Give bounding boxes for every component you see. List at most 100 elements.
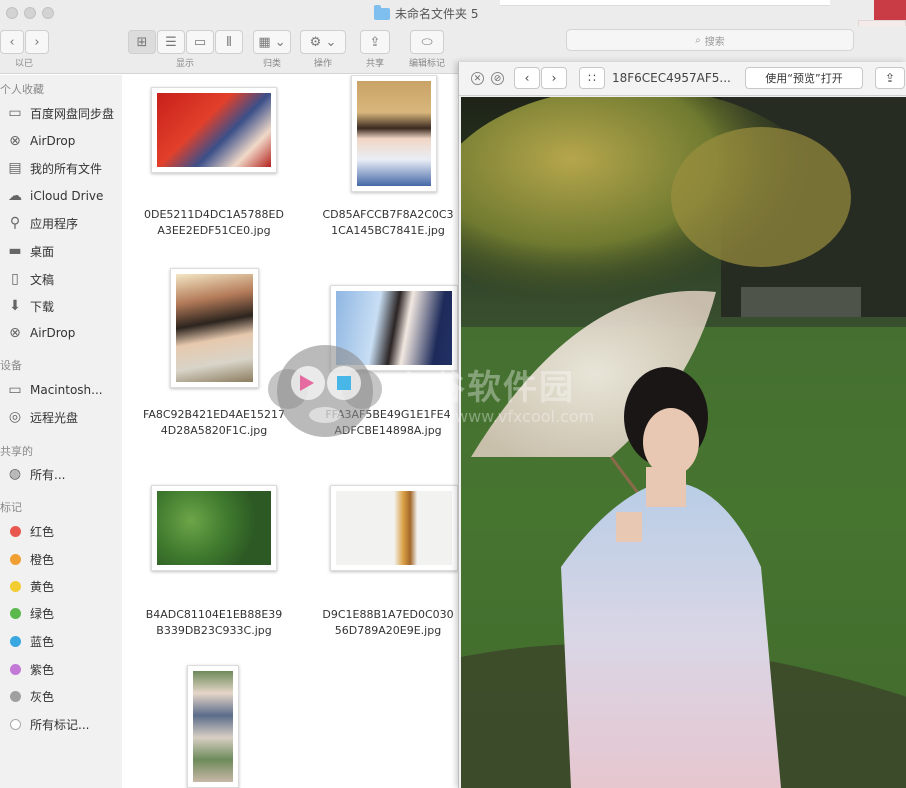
file-thumbnail[interactable]: [187, 665, 239, 788]
sidebar-item-label: 所有...: [30, 467, 66, 482]
sidebar-item-airdrop-2[interactable]: ⊗ AirDrop: [6, 323, 75, 343]
group-caption: 归类: [262, 59, 281, 69]
share-button[interactable]: ⇪: [875, 67, 905, 89]
file-name[interactable]: CD85AFCCB7F8A2C0C3 1CA145BC7841E.jpg: [308, 207, 458, 239]
sidebar-tag-blue[interactable]: 蓝色: [6, 631, 54, 651]
edit-tags-button[interactable]: ⬭: [410, 30, 444, 54]
file-name-line1: D9C1E88B1A7ED0C030: [322, 608, 454, 621]
sidebar-item-macintosh[interactable]: ▭ Macintosh...: [6, 380, 103, 400]
sidebar-tag-green[interactable]: 绿色: [6, 603, 54, 623]
close-window-button[interactable]: [6, 7, 18, 19]
blue-tag-icon: [10, 635, 21, 647]
sidebar-item-icloud[interactable]: ☁ iCloud Drive: [6, 186, 103, 206]
orange-tag-icon: [10, 553, 21, 565]
zoom-window-button[interactable]: [42, 7, 54, 19]
sidebar-item-label: 黄色: [30, 579, 55, 594]
index-sheet-button[interactable]: ∷: [579, 67, 605, 89]
sidebar-item-label: 桌面: [30, 244, 55, 259]
sidebar-item-remote-disc[interactable]: ◎ 远程光盘: [6, 407, 78, 427]
folder-icon: ▭: [8, 105, 22, 121]
yellow-tag-icon: [10, 580, 21, 592]
sidebar-item-applications[interactable]: ⚲ 应用程序: [6, 213, 78, 233]
file-name-line2: B339DB23C933C.jpg: [156, 624, 272, 637]
all-files-icon: ▤: [8, 160, 22, 176]
close-icon[interactable]: ✕: [471, 72, 484, 85]
sidebar-item-label: iCloud Drive: [30, 189, 104, 203]
nav-caption: 以已: [14, 59, 33, 69]
back-icon: ‹: [9, 34, 15, 50]
airdrop-icon: ⊗: [9, 325, 21, 341]
sidebar-item-all-shared[interactable]: ◍ 所有...: [6, 464, 66, 484]
sidebar-item-desktop[interactable]: ▬ 桌面: [6, 241, 54, 261]
sidebar-section-shared: 共享的: [0, 445, 33, 458]
file-name[interactable]: B4ADC81104E1EB88E39 B339DB23C933C.jpg: [134, 607, 294, 639]
sidebar-item-baidu[interactable]: ▭ 百度网盘同步盘: [6, 103, 114, 123]
file-name[interactable]: 0DE5211D4DC1A5788ED A3EE2EDF51CE0.jpg: [134, 207, 294, 239]
previous-button[interactable]: ‹: [514, 67, 540, 89]
share-icon: ⇪: [369, 34, 381, 50]
sidebar-item-label: AirDrop: [30, 326, 76, 340]
documents-icon: ▯: [11, 271, 19, 287]
sidebar-tag-gray[interactable]: 灰色: [6, 686, 54, 706]
next-button[interactable]: ›: [541, 67, 567, 89]
background-window: [500, 0, 830, 6]
action-button[interactable]: ⚙ ⌄: [300, 30, 346, 54]
minimize-window-button[interactable]: [24, 7, 36, 19]
fullscreen-icon[interactable]: ⊘: [491, 72, 504, 85]
quick-look-toolbar: ✕ ⊘ ‹ › ∷ 18F6CEC4957AF5... 使用“预览”打开 ⇪: [459, 62, 906, 96]
share-button[interactable]: ⇪: [360, 30, 390, 54]
share-icon: ⇪: [884, 71, 896, 85]
photo-preview: [461, 97, 906, 788]
photo-thumbnail: [176, 274, 253, 382]
photo-thumbnail: [157, 491, 271, 565]
green-tag-icon: [10, 607, 21, 619]
list-icon: ☰: [165, 34, 177, 50]
quick-look-preview-image: [461, 97, 906, 788]
file-name-line2: 1CA145BC7841E.jpg: [331, 224, 445, 237]
sidebar-item-label: 我的所有文件: [30, 161, 103, 176]
open-with-preview-button[interactable]: 使用“预览”打开: [745, 67, 863, 89]
sidebar-item-label: 紫色: [30, 662, 55, 677]
sidebar-item-downloads[interactable]: ⬇ 下载: [6, 296, 54, 316]
sidebar-tag-yellow[interactable]: 黄色: [6, 576, 54, 596]
icon-view-button[interactable]: ⊞: [128, 30, 156, 54]
sidebar-tag-purple[interactable]: 紫色: [6, 659, 54, 679]
file-thumbnail[interactable]: [170, 268, 259, 388]
file-name-line1: B4ADC81104E1EB88E39: [145, 608, 283, 621]
sidebar-item-documents[interactable]: ▯ 文稿: [6, 269, 54, 289]
sidebar-item-all-files[interactable]: ▤ 我的所有文件: [6, 158, 102, 178]
forward-button[interactable]: ›: [25, 30, 49, 54]
sidebar-section-devices: 设备: [0, 359, 22, 372]
file-thumbnail[interactable]: [151, 485, 277, 571]
gallery-view-button[interactable]: ⦀: [215, 30, 243, 54]
sidebar-tag-red[interactable]: 红色: [6, 521, 54, 541]
previous-icon: ‹: [524, 71, 530, 85]
photo-thumbnail: [157, 93, 271, 167]
column-view-button[interactable]: ▭: [186, 30, 214, 54]
sidebar-item-label: 橙色: [30, 552, 55, 567]
file-name[interactable]: D9C1E88B1A7ED0C030 56D789A20E9E.jpg: [308, 607, 458, 639]
file-thumbnail[interactable]: [330, 485, 458, 571]
view-caption: 显示: [175, 59, 194, 69]
back-button[interactable]: ‹: [0, 30, 24, 54]
tag-icon: ⬭: [421, 34, 433, 50]
file-thumbnail[interactable]: [351, 75, 437, 192]
sidebar-item-label: 应用程序: [30, 216, 79, 231]
sidebar-item-airdrop[interactable]: ⊗ AirDrop: [6, 131, 75, 151]
search-field[interactable]: ⌕ 搜索: [566, 29, 854, 51]
airdrop-icon: ⊗: [9, 133, 21, 149]
group-button[interactable]: ▦ ⌄: [253, 30, 291, 54]
sidebar-item-label: Macintosh...: [30, 383, 103, 397]
all-tags-icon: [10, 718, 21, 730]
sidebar-tag-all[interactable]: 所有标记...: [6, 714, 89, 734]
purple-tag-icon: [10, 663, 21, 675]
sidebar-tag-orange[interactable]: 橙色: [6, 549, 54, 569]
sidebar-item-label: 蓝色: [30, 634, 55, 649]
photo-thumbnail: [193, 671, 233, 782]
list-view-button[interactable]: ☰: [157, 30, 185, 54]
window-title-text: 未命名文件夹 5: [395, 7, 479, 21]
file-thumbnail[interactable]: [151, 87, 277, 173]
watermark-text: 心谷软件园: [395, 368, 575, 408]
disc-icon: ◎: [8, 409, 22, 425]
sidebar-section-tags: 标记: [0, 501, 22, 514]
